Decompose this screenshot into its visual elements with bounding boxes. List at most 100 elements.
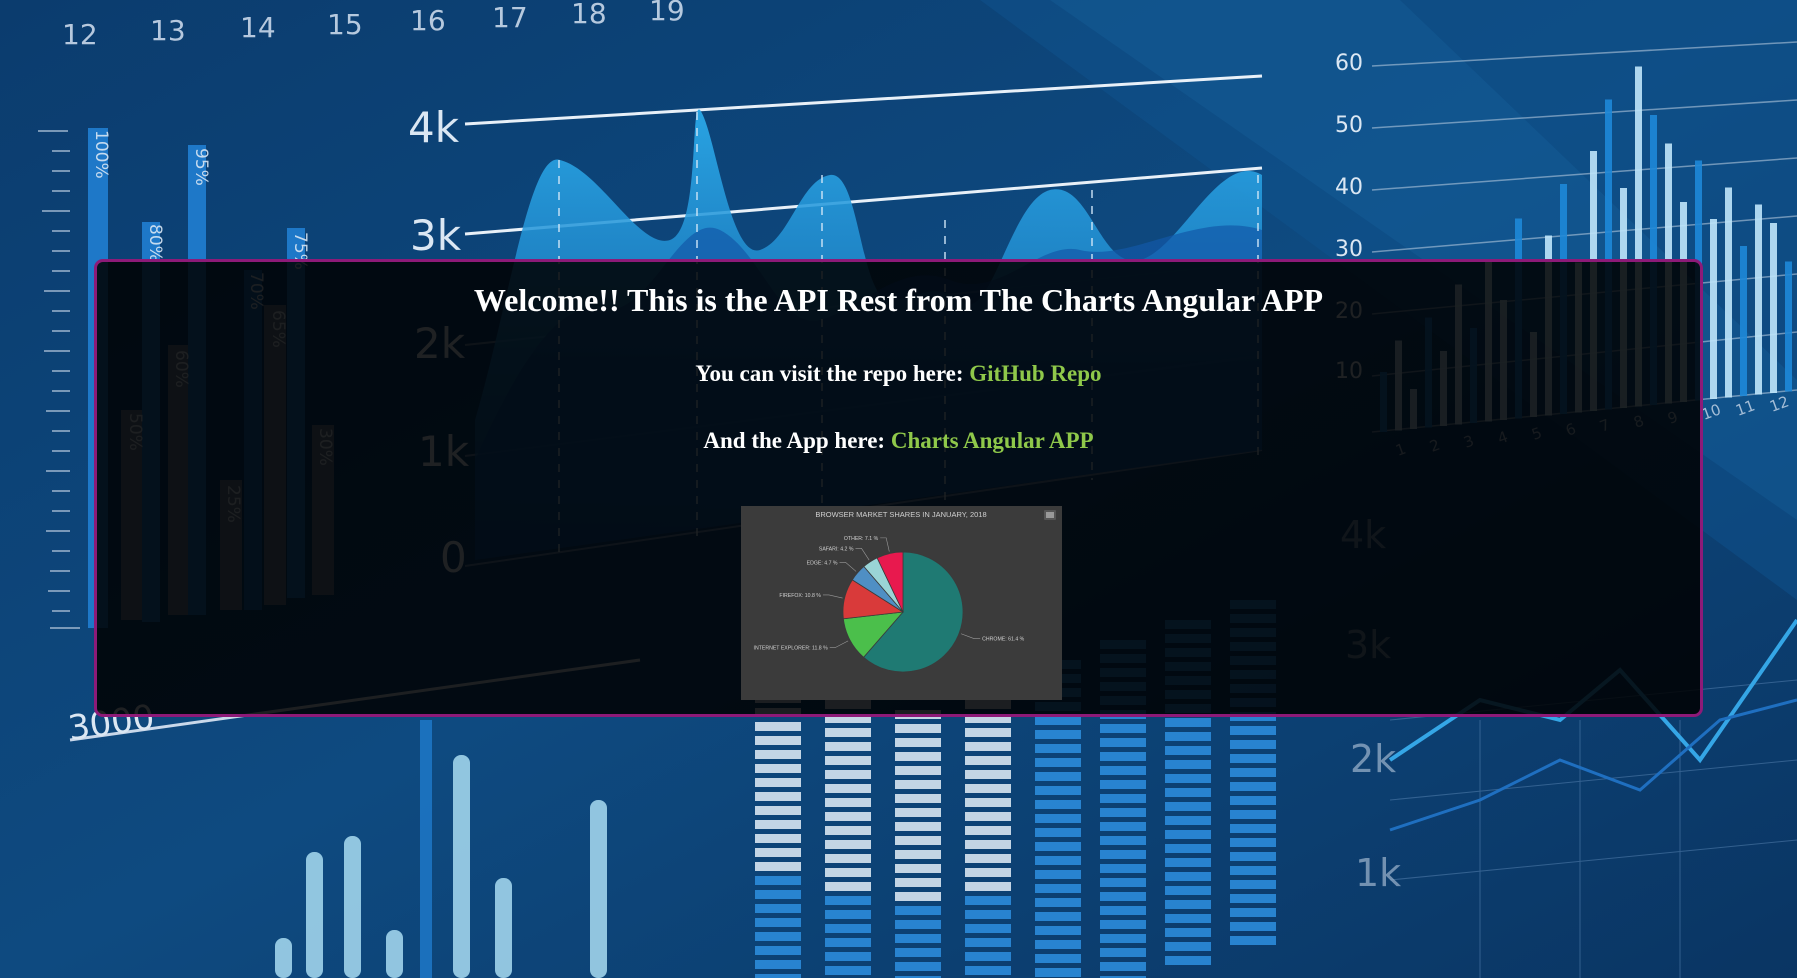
background-equalizer-segment bbox=[965, 924, 1011, 933]
background-equalizer-segment bbox=[1230, 740, 1276, 749]
hamburger-menu-icon[interactable] bbox=[1044, 510, 1056, 520]
background-equalizer-segment bbox=[825, 840, 871, 849]
background-equalizer-segment bbox=[1035, 716, 1081, 725]
background-equalizer-segment bbox=[1165, 830, 1211, 839]
background-right-bar bbox=[1770, 223, 1777, 393]
background-equalizer-segment bbox=[965, 896, 1011, 905]
background-equalizer-segment bbox=[1165, 886, 1211, 895]
background-equalizer-segment bbox=[1230, 922, 1276, 931]
background-equalizer-segment bbox=[825, 784, 871, 793]
background-equalizer-segment bbox=[965, 812, 1011, 821]
background-equalizer-segment bbox=[1100, 752, 1146, 761]
background-equalizer-segment bbox=[895, 934, 941, 943]
background-percent-label: 80% bbox=[145, 224, 165, 262]
background-right-label: 50 bbox=[1335, 113, 1363, 138]
background-top-label: 13 bbox=[150, 14, 186, 47]
background-equalizer-segment bbox=[1165, 928, 1211, 937]
background-equalizer-segment bbox=[895, 794, 941, 803]
background-right-label: 40 bbox=[1335, 175, 1363, 200]
pie-leader-line bbox=[839, 561, 857, 572]
pie-leader-line bbox=[960, 633, 981, 639]
app-prefix-text: And the App here: bbox=[703, 428, 891, 453]
background-equalizer-segment bbox=[825, 882, 871, 891]
charts-app-link[interactable]: Charts Angular APP bbox=[891, 428, 1094, 453]
app-line: And the App here: Charts Angular APP bbox=[97, 428, 1700, 454]
background-equalizer-segment bbox=[965, 910, 1011, 919]
pie-label: FIREFOX: 10.8 % bbox=[779, 593, 821, 599]
pie-label: CHROME: 61.4 % bbox=[982, 637, 1024, 643]
repo-prefix-text: You can visit the repo here: bbox=[695, 361, 970, 386]
background-equalizer-segment bbox=[1035, 940, 1081, 949]
background-equalizer-segment bbox=[1100, 850, 1146, 859]
background-equalizer-segment bbox=[1035, 730, 1081, 739]
background-equalizer-segment bbox=[1165, 816, 1211, 825]
background-equalizer-segment bbox=[895, 836, 941, 845]
background-top-label: 19 bbox=[649, 0, 685, 27]
background-equalizer-segment bbox=[755, 918, 801, 927]
background-equalizer-segment bbox=[965, 966, 1011, 975]
background-equalizer-segment bbox=[1100, 780, 1146, 789]
background-equalizer-segment bbox=[895, 864, 941, 873]
background-equalizer-segment bbox=[965, 840, 1011, 849]
background-equalizer-segment bbox=[895, 752, 941, 761]
background-equalizer-segment bbox=[895, 892, 941, 901]
background-right-bar bbox=[1725, 187, 1732, 398]
background-equalizer-segment bbox=[1100, 878, 1146, 887]
background-equalizer-segment bbox=[965, 728, 1011, 737]
background-area-label: 3k bbox=[410, 211, 462, 260]
page-title: Welcome!! This is the API Rest from The … bbox=[473, 282, 1324, 318]
background-equalizer-segment bbox=[895, 808, 941, 817]
background-equalizer-segment bbox=[1035, 814, 1081, 823]
background-equalizer-segment bbox=[1165, 732, 1211, 741]
background-equalizer-segment bbox=[1035, 968, 1081, 977]
pie-leader-line bbox=[855, 548, 870, 561]
background-equalizer-segment bbox=[965, 784, 1011, 793]
background-right-bar bbox=[1755, 204, 1762, 395]
background-equalizer-segment bbox=[755, 722, 801, 731]
background-equalizer-segment bbox=[1230, 824, 1276, 833]
background-equalizer-segment bbox=[1165, 872, 1211, 881]
background-equalizer-segment bbox=[825, 910, 871, 919]
background-equalizer-segment bbox=[965, 882, 1011, 891]
pie-leader-line bbox=[829, 640, 849, 648]
background-equalizer-segment bbox=[1165, 760, 1211, 769]
background-equalizer-segment bbox=[825, 742, 871, 751]
background-equalizer-segment bbox=[825, 812, 871, 821]
github-repo-link[interactable]: GitHub Repo bbox=[969, 361, 1101, 386]
background-equalizer-segment bbox=[1230, 936, 1276, 945]
background-equalizer-segment bbox=[825, 756, 871, 765]
background-equalizer-segment bbox=[1035, 926, 1081, 935]
background-equalizer-segment bbox=[1035, 898, 1081, 907]
background-equalizer-segment bbox=[755, 974, 801, 978]
background-equalizer-segment bbox=[1035, 912, 1081, 921]
background-equalizer-segment bbox=[755, 862, 801, 871]
background-equalizer-segment bbox=[1100, 934, 1146, 943]
background-equalizer-segment bbox=[1100, 794, 1146, 803]
background-equalizer-segment bbox=[1100, 822, 1146, 831]
background-equalizer-segment bbox=[825, 798, 871, 807]
background-top-label: 12 bbox=[62, 18, 98, 51]
pie-label: OTHER: 7.1 % bbox=[844, 536, 879, 542]
background-equalizer-segment bbox=[825, 826, 871, 835]
background-equalizer-segment bbox=[755, 764, 801, 773]
background-equalizer-segment bbox=[1165, 956, 1211, 965]
background-equalizer-segment bbox=[1035, 744, 1081, 753]
background-equalizer-segment bbox=[1165, 746, 1211, 755]
background-equalizer-segment bbox=[755, 834, 801, 843]
background-equalizer-segment bbox=[1035, 870, 1081, 879]
background-equalizer-segment bbox=[825, 854, 871, 863]
background-equalizer-segment bbox=[1035, 758, 1081, 767]
background-equalizer-segment bbox=[895, 962, 941, 971]
background-equalizer-segment bbox=[1100, 738, 1146, 747]
background-equalizer-segment bbox=[1165, 900, 1211, 909]
background-percent-label: 95% bbox=[191, 148, 211, 186]
background-equalizer-segment bbox=[1100, 808, 1146, 817]
background-equalizer-segment bbox=[755, 876, 801, 885]
background-equalizer-segment bbox=[1230, 866, 1276, 875]
background-equalizer-segment bbox=[1035, 800, 1081, 809]
background-equalizer-segment bbox=[1230, 768, 1276, 777]
background-equalizer-segment bbox=[755, 778, 801, 787]
background-equalizer-segment bbox=[965, 742, 1011, 751]
background-equalizer-segment bbox=[755, 890, 801, 899]
background-equalizer-segment bbox=[895, 878, 941, 887]
